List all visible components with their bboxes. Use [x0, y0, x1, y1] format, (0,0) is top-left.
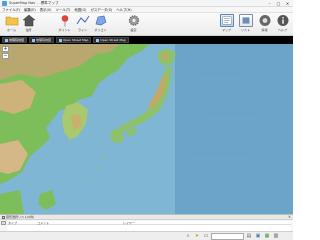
- panel-header: 図形選択リスト(0件) ✕: [0, 215, 293, 220]
- print-icon[interactable]: ▦: [264, 233, 270, 239]
- close-icon[interactable]: ✕: [288, 215, 291, 219]
- point-label: ポイント: [58, 28, 71, 32]
- ribbon-toolbar: ホーム 住所 ポイント ライン ポリゴン 設定 マップ リスト 情報 ヘルプ: [0, 13, 293, 36]
- coordinate-display: [211, 233, 244, 240]
- app-icon: [2, 0, 7, 6]
- settings-button[interactable]: 設定: [123, 14, 144, 35]
- list-view-label: リスト: [240, 28, 250, 32]
- island: [97, 167, 99, 169]
- cursor-icon[interactable]: ➤: [194, 233, 200, 239]
- tab-osm-1[interactable]: Open Street Map: [56, 37, 92, 43]
- panel-toolbar: [1, 221, 6, 225]
- tab-label: Open Street Map: [100, 38, 126, 42]
- layer-icon: [59, 38, 63, 42]
- list-icon: [2, 215, 5, 219]
- hokkaido-mountains: [162, 53, 168, 60]
- select-all-icon[interactable]: [1, 221, 6, 225]
- status-bar: ⌕ ➤ ▭ ▤ ▣ ▦ ▥: [0, 231, 293, 240]
- maximize-icon[interactable]: □: [274, 0, 283, 7]
- menu-edit[interactable]: 編集(E): [24, 7, 36, 12]
- tab-gsi-map-1[interactable]: 地理院地図: [2, 37, 28, 43]
- layer-icon: [96, 38, 100, 42]
- house-icon: [21, 14, 36, 27]
- info-icon: [277, 15, 288, 26]
- zoom-out-button[interactable]: −: [2, 53, 9, 59]
- layer-icon: [5, 38, 8, 42]
- polygon-label: ポリゴン: [94, 28, 107, 32]
- menu-file[interactable]: ファイル(F): [2, 7, 20, 12]
- menu-tools[interactable]: ツール(T): [56, 7, 71, 12]
- column-comment[interactable]: コメント: [37, 221, 123, 225]
- panel-title: 図形選択リスト(0件): [6, 215, 35, 219]
- minimize-icon[interactable]: –: [265, 0, 274, 7]
- map-view-label: マップ: [221, 28, 231, 32]
- menu-gas-data[interactable]: ガスデータ(S): [90, 7, 112, 12]
- app-name: SuperMap Nav: [9, 0, 36, 5]
- folder-icon: [5, 16, 18, 26]
- layer-icon: [32, 38, 36, 42]
- zoom-in-button[interactable]: +: [2, 46, 9, 52]
- map-canvas[interactable]: + −: [0, 44, 293, 214]
- close-icon[interactable]: ✕: [283, 0, 292, 7]
- document-name: 標準マップ: [40, 0, 59, 5]
- tab-label: 地理院地図: [9, 38, 25, 42]
- address-button[interactable]: 住所: [18, 14, 39, 35]
- southern-coast: [0, 190, 24, 214]
- island: [89, 177, 91, 179]
- map-view-button[interactable]: マップ: [216, 14, 237, 35]
- map-pin-icon: [61, 15, 68, 27]
- list-view-frame: [238, 14, 253, 27]
- tab-label: Open Street Map: [63, 38, 89, 42]
- export-icon[interactable]: ▥: [273, 233, 279, 239]
- menu-map[interactable]: 地図(G): [74, 7, 86, 12]
- eye-icon: [259, 15, 270, 26]
- layers-icon[interactable]: ▣: [255, 233, 261, 239]
- search-icon[interactable]: ⌕: [185, 233, 191, 239]
- window-controls: – □ ✕: [265, 0, 292, 7]
- scale-icon[interactable]: ▤: [246, 233, 252, 239]
- title-bar: SuperMap Nav - 標準マップ – □ ✕: [0, 0, 293, 7]
- tab-label: 地理院地図: [36, 38, 52, 42]
- terrain-map: [0, 44, 293, 214]
- polygon-button[interactable]: ポリゴン: [90, 14, 111, 35]
- map-view-frame: [219, 14, 234, 27]
- menu-view[interactable]: 表示(V): [40, 7, 52, 12]
- help-button[interactable]: ヘルプ: [272, 14, 293, 35]
- column-type[interactable]: タイプ: [7, 221, 37, 225]
- list-icon: [242, 17, 249, 24]
- info-label: 情報: [261, 28, 268, 32]
- menu-help[interactable]: ヘルプ(H): [116, 7, 131, 12]
- settings-label: 設定: [130, 28, 137, 32]
- map-tab-strip: 地理院地図 地理院地図 Open Street Map Open Street …: [0, 36, 293, 44]
- zoom-control: + −: [2, 46, 9, 59]
- window-title: SuperMap Nav - 標準マップ: [9, 1, 59, 6]
- list-view-button[interactable]: リスト: [235, 14, 256, 35]
- help-label: ヘルプ: [277, 28, 287, 32]
- ruler-icon[interactable]: ▭: [203, 233, 209, 239]
- island: [102, 156, 106, 160]
- deep-ocean: [175, 44, 293, 214]
- title-separator: -: [37, 0, 39, 5]
- line-label: ライン: [77, 28, 87, 32]
- column-layer[interactable]: レイヤー: [123, 221, 203, 225]
- gear-icon: [128, 15, 139, 26]
- home-label: ホーム: [7, 28, 16, 32]
- polyline-icon: [76, 15, 89, 25]
- polygon-icon: [95, 15, 106, 26]
- map-icon: [222, 16, 231, 25]
- tab-osm-2[interactable]: Open Street Map: [93, 37, 129, 43]
- tab-gsi-map-2[interactable]: 地理院地図: [29, 37, 55, 43]
- address-label: 住所: [25, 28, 32, 32]
